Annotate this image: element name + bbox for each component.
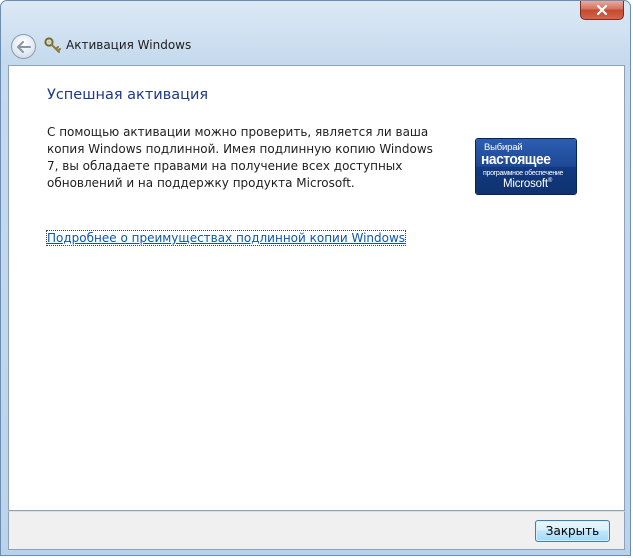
- logo-line-4: Microsoft®: [503, 178, 552, 190]
- genuine-microsoft-logo: Выбирай настоящее программное обеспечени…: [476, 139, 576, 194]
- window-title: Активация Windows: [66, 38, 192, 52]
- back-button[interactable]: [11, 34, 36, 59]
- logo-line-2: настоящее: [481, 151, 551, 168]
- logo-brand: Microsoft: [503, 178, 548, 190]
- close-icon: [596, 5, 608, 15]
- activation-window: Активация Windows Успешная активация С п…: [0, 0, 631, 556]
- content-pane: Успешная активация С помощью активации м…: [8, 65, 625, 511]
- description-line: 7, вы обладаете правами на получение все…: [47, 159, 403, 173]
- logo-line-3: программное обеспечение: [483, 170, 564, 177]
- activation-key-icon: [44, 37, 61, 53]
- genuine-benefits-link[interactable]: Подробнее о преимуществах подлинной копи…: [45, 230, 407, 246]
- description-text: С помощью активации можно проверить, явл…: [47, 124, 433, 192]
- registered-mark: ®: [547, 178, 553, 185]
- description-line: копия Windows подлинной. Имея подлинную …: [47, 142, 433, 156]
- page-heading: Успешная активация: [47, 87, 209, 103]
- window-close-button[interactable]: [580, 1, 624, 20]
- description-line: обновлений и на поддержку продукта Micro…: [47, 176, 355, 190]
- close-button[interactable]: Закрыть: [535, 520, 610, 542]
- description-line: С помощью активации можно проверить, явл…: [47, 125, 429, 139]
- footer-bar: Закрыть: [8, 511, 625, 550]
- back-arrow-icon: [16, 40, 31, 53]
